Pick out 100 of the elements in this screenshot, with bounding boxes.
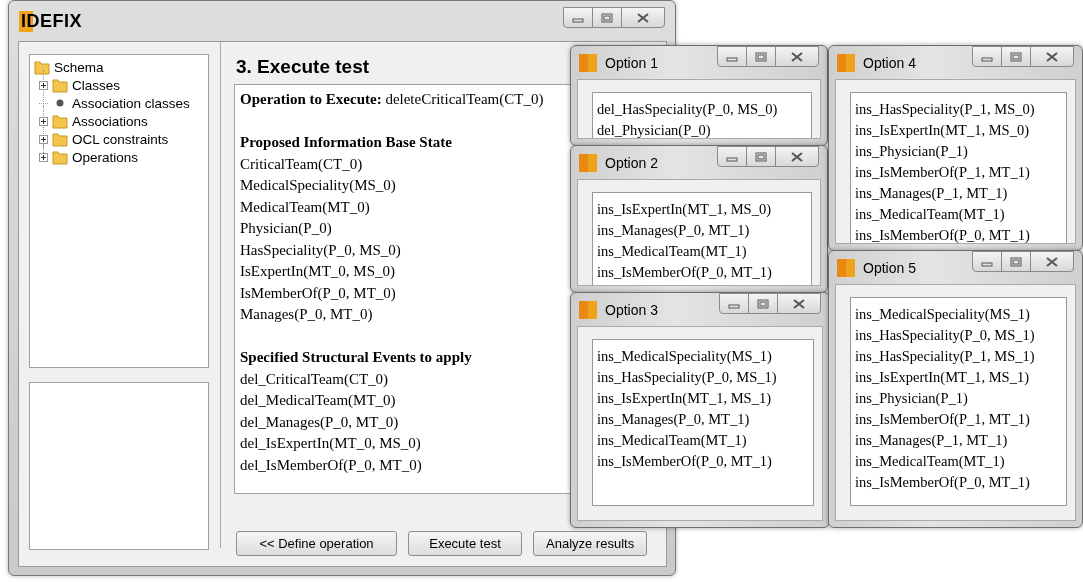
action-button[interactable]: Execute test [408, 531, 522, 556]
list-line: ins_HasSpeciality(P_0, MS_1) [855, 326, 1035, 345]
close-button[interactable] [777, 293, 821, 314]
tree-item[interactable]: Classes [72, 77, 120, 93]
maximize-icon [755, 151, 767, 162]
maximize-icon [757, 298, 769, 309]
list-line: ins_HasSpeciality(P_1, MS_1) [855, 347, 1035, 366]
window-title: Option 4 [863, 54, 916, 71]
list-line: ins_Physician(P_1) [855, 142, 968, 161]
close-icon [637, 12, 649, 23]
maximize-button[interactable] [748, 293, 778, 314]
minimize-button[interactable] [717, 46, 747, 67]
expand-icon[interactable] [39, 134, 48, 144]
text-line: IsMemberOf(P_0, MT_0) [240, 283, 396, 303]
list-line: ins_IsMemberOf(P_0, MT_1) [597, 452, 772, 471]
text-line: del_IsExpertIn(MT_0, MS_0) [240, 434, 421, 453]
action-button[interactable]: Analyze results [533, 531, 648, 556]
close-button[interactable] [1030, 46, 1074, 67]
list-line: ins_Manages(P_1, MT_1) [855, 431, 1008, 450]
text-line: MedicalSpeciality(MS_0) [240, 176, 396, 195]
maximize-button[interactable] [592, 7, 622, 28]
section-heading: Proposed Information Base State [240, 133, 452, 152]
maximize-icon [601, 12, 613, 23]
expand-icon[interactable] [39, 152, 48, 162]
text-line: del_Manages(P_0, MT_0) [240, 412, 399, 432]
folder-icon [52, 113, 68, 129]
window-title: Option 1 [605, 54, 658, 71]
expand-icon[interactable] [39, 80, 48, 90]
list-line: ins_IsExpertIn(MT_1, MS_1) [855, 368, 1029, 387]
window-title: Option 2 [605, 154, 658, 171]
expand-icon[interactable] [39, 116, 48, 126]
list-line: del_HasSpeciality(P_0, MS_0) [597, 100, 778, 119]
list-line: ins_Manages(P_0, MT_1) [597, 221, 750, 240]
list-line: ins_IsMemberOf(P_0, MT_1) [597, 263, 772, 282]
step-heading: 3. Execute test [236, 56, 370, 78]
list-line: ins_Manages(P_0, MT_1) [597, 410, 750, 429]
operation-line: Operation to Execute: deleteCriticalTeam(CT_0) [240, 90, 544, 109]
tree-item[interactable]: OCL constraints [72, 131, 169, 147]
dot-icon [56, 99, 64, 107]
maximize-button[interactable] [746, 46, 776, 67]
list-line: ins_IsExpertIn(MT_1, MS_1) [597, 389, 771, 408]
close-button[interactable] [775, 46, 819, 67]
text-line: Physician(P_0) [240, 219, 332, 238]
list-line: ins_MedicalSpeciality(MS_1) [855, 305, 1030, 324]
list-line: ins_IsMemberOf(P_0, MT_1) [855, 226, 1030, 243]
tree-item[interactable]: Associations [72, 113, 148, 129]
maximize-icon [1010, 51, 1022, 62]
maximize-icon [755, 51, 767, 62]
list-line: ins_IsExpertIn(MT_1, MS_0) [855, 121, 1029, 140]
text-line: HasSpeciality(P_0, MS_0) [240, 240, 401, 260]
minimize-button[interactable] [563, 7, 593, 28]
action-button[interactable]: << Define operation [236, 531, 397, 556]
window-title: Option 3 [605, 301, 658, 318]
close-button[interactable] [775, 146, 819, 167]
list-line: ins_IsMemberOf(P_1, MT_1) [855, 163, 1030, 182]
list-line: ins_MedicalTeam(MT_1) [855, 205, 1005, 224]
tree-item[interactable]: Schema [54, 59, 104, 75]
minimize-button[interactable] [972, 46, 1002, 67]
close-button[interactable] [621, 7, 665, 28]
minimize-button[interactable] [717, 146, 747, 167]
folder-icon [52, 77, 68, 93]
tree-item[interactable]: Association classes [72, 95, 190, 111]
app-icon [837, 258, 855, 277]
maximize-icon [1010, 256, 1022, 267]
text-line: del_MedicalTeam(MT_0) [240, 391, 396, 410]
list-line: ins_Manages(P_1, MT_1) [855, 184, 1008, 203]
folder-icon [52, 131, 68, 147]
maximize-button[interactable] [746, 146, 776, 167]
text-line: Manages(P_0, MT_0) [240, 305, 373, 324]
text-line: MedicalTeam(MT_0) [240, 197, 370, 217]
minimize-button[interactable] [719, 293, 749, 314]
list-line: ins_MedicalTeam(MT_1) [597, 242, 747, 261]
close-icon [1046, 51, 1058, 62]
app-icon [579, 300, 597, 319]
close-icon [1046, 256, 1058, 267]
text-line: del_IsMemberOf(P_0, MT_0) [240, 455, 422, 475]
list-line: ins_HasSpeciality(P_0, MS_1) [597, 368, 777, 387]
text-line: CriticalTeam(CT_0) [240, 154, 363, 174]
list-line: ins_HasSpeciality(P_1, MS_0) [855, 100, 1035, 119]
list-line: ins_IsExpertIn(MT_1, MS_0) [597, 200, 771, 219]
close-icon [791, 151, 803, 162]
tree-item[interactable]: Operations [72, 149, 139, 165]
minimize-button[interactable] [972, 251, 1002, 272]
window-title: Option 5 [863, 259, 916, 276]
close-icon [793, 298, 805, 309]
folder-icon [52, 149, 68, 165]
folder-icon [34, 59, 50, 75]
list-line: ins_MedicalTeam(MT_1) [597, 431, 747, 450]
list-line: ins_Physician(P_1) [855, 389, 968, 408]
list-line: ins_IsMemberOf(P_0, MT_1) [855, 473, 1030, 492]
app-icon [579, 53, 597, 72]
maximize-button[interactable] [1001, 46, 1031, 67]
list-line: ins_MedicalTeam(MT_1) [855, 452, 1005, 471]
close-button[interactable] [1030, 251, 1074, 272]
text-line: del_CriticalTeam(CT_0) [240, 369, 389, 389]
app-icon [837, 53, 855, 72]
list-line: del_Physician(P_0) [597, 121, 711, 138]
maximize-button[interactable] [1001, 251, 1031, 272]
section-heading: Specified Structural Events to apply [240, 348, 472, 367]
list-line: ins_IsMemberOf(P_1, MT_1) [855, 410, 1030, 429]
